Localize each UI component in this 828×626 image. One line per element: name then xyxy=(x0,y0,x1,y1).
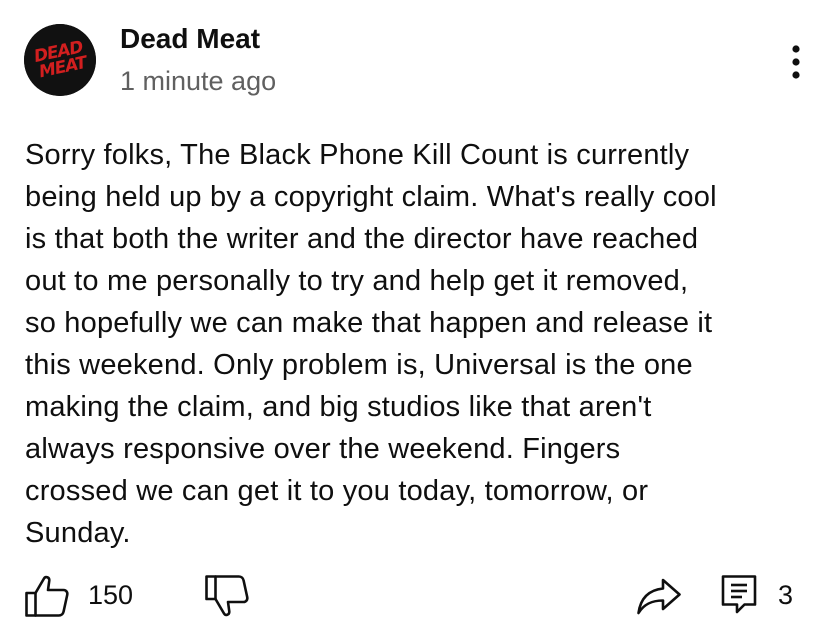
dead-meat-logo-icon: DEAD MEAT xyxy=(24,24,96,96)
more-vertical-icon xyxy=(792,45,800,79)
post-body-line: so hopefully we can make that happen and… xyxy=(25,307,713,339)
like-count: 150 xyxy=(88,580,134,610)
post-body-line: Sunday. xyxy=(25,517,131,549)
comment-count: 3 xyxy=(778,580,794,610)
post-body: Sorry folks, The Black Phone Kill Count … xyxy=(25,134,815,554)
thumbs-down-icon xyxy=(205,575,249,617)
thumbs-up-icon xyxy=(25,575,69,617)
post-body-line: is that both the writer and the director… xyxy=(25,223,699,255)
comment-button[interactable] xyxy=(720,574,758,614)
dislike-button[interactable] xyxy=(204,574,250,618)
post-body-line: always responsive over the weekend. Fing… xyxy=(25,433,621,465)
comment-icon xyxy=(721,575,757,614)
post-body-line: making the claim, and big studios like t… xyxy=(25,391,652,423)
more-options-button[interactable] xyxy=(778,38,814,86)
post-body-line: this weekend. Only problem is, Universal… xyxy=(25,349,693,381)
share-button[interactable] xyxy=(636,576,682,616)
channel-name[interactable]: Dead Meat xyxy=(120,22,260,56)
post-timestamp[interactable]: 1 minute ago xyxy=(120,64,276,98)
post-body-line: Sorry folks, The Black Phone Kill Count … xyxy=(25,139,690,171)
like-button[interactable] xyxy=(24,574,70,618)
post-body-line: being held up by a copyright claim. What… xyxy=(25,181,717,213)
post-body-line: crossed we can get it to you today, tomo… xyxy=(25,475,649,507)
avatar[interactable]: DEAD MEAT xyxy=(24,24,96,96)
post-body-line: out to me personally to try and help get… xyxy=(25,265,689,297)
share-icon xyxy=(637,578,681,615)
